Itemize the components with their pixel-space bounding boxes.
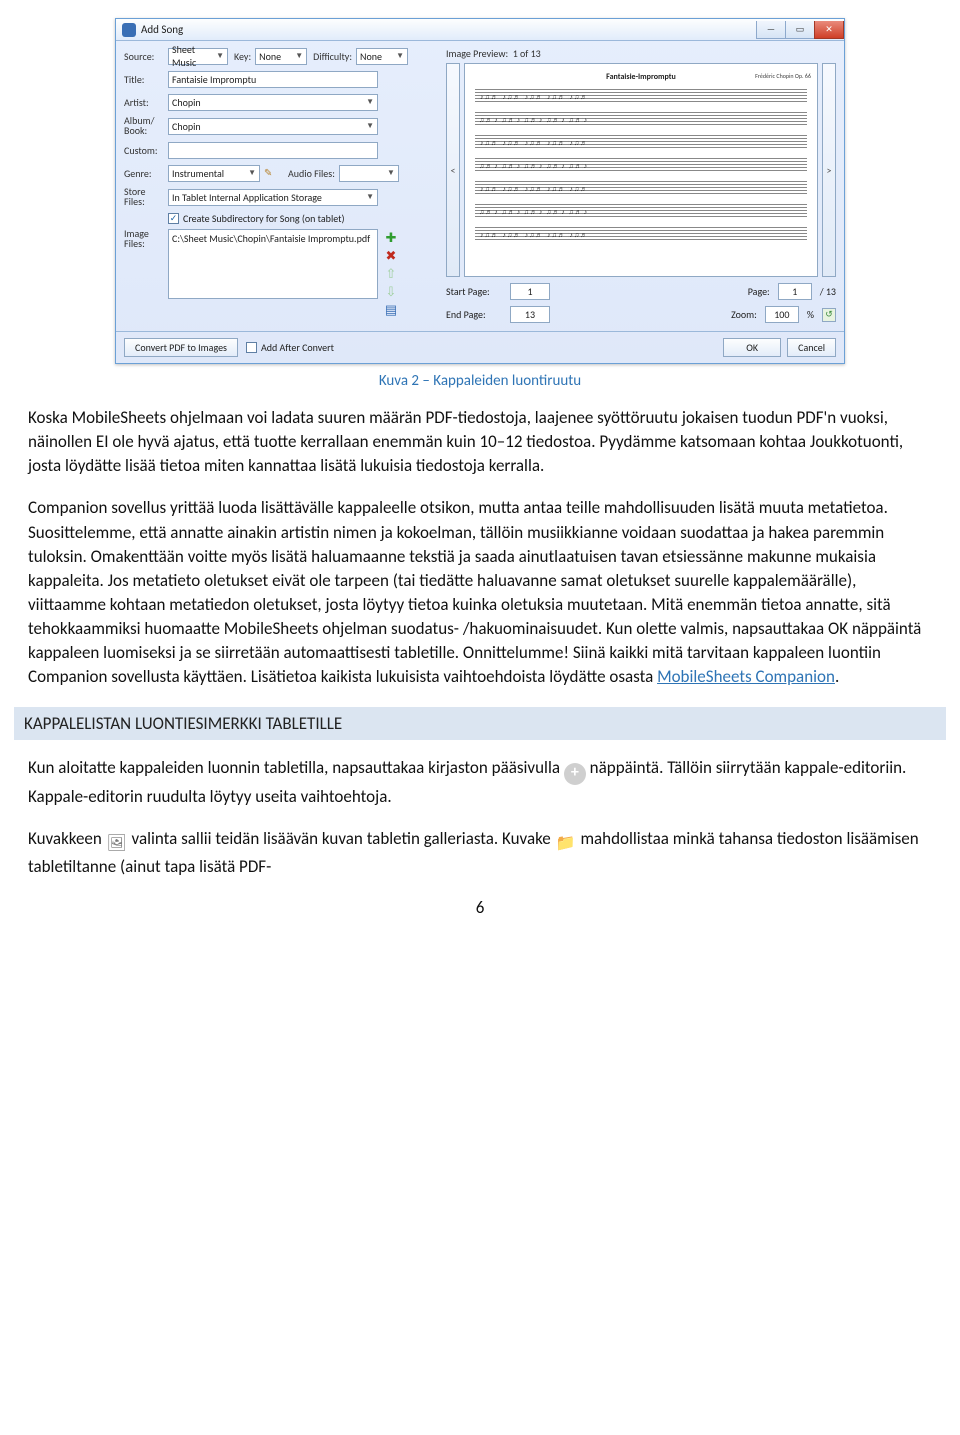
title-input[interactable]: Fantaisie Impromptu bbox=[168, 71, 378, 88]
chevron-down-icon: ▼ bbox=[295, 51, 303, 61]
add-after-convert-checkbox[interactable] bbox=[246, 342, 257, 353]
maximize-button[interactable]: ▭ bbox=[785, 21, 815, 39]
book-icon[interactable]: ▤ bbox=[384, 303, 398, 317]
source-select[interactable]: Sheet Music▼ bbox=[168, 48, 228, 65]
chevron-down-icon: ▼ bbox=[387, 168, 395, 178]
label-image-preview: Image Preview: bbox=[446, 47, 508, 60]
minimize-button[interactable]: — bbox=[756, 21, 786, 39]
chevron-down-icon: ▼ bbox=[248, 168, 256, 178]
zoom-reset-icon[interactable]: ↺ bbox=[822, 308, 836, 322]
folder-icon: 📁 bbox=[555, 833, 577, 855]
label-store-files: Store Files: bbox=[124, 187, 168, 207]
convert-pdf-button[interactable]: Convert PDF to Images bbox=[124, 338, 238, 357]
album-select[interactable]: Chopin▼ bbox=[168, 118, 378, 135]
pencil-icon[interactable]: ✎ bbox=[264, 166, 278, 180]
figure-caption: Kuva 2 – Kappaleiden luontiruutu bbox=[14, 372, 946, 390]
label-image-files: Image Files: bbox=[124, 229, 168, 249]
paragraph-4: Kuvakkeen 🖼 valinta sallii teidän lisääv… bbox=[28, 827, 932, 879]
chevron-down-icon: ▼ bbox=[216, 51, 224, 61]
label-difficulty: Difficulty: bbox=[313, 50, 352, 63]
gallery-icon: 🖼 bbox=[106, 833, 128, 855]
label-audio-files: Audio Files: bbox=[288, 167, 335, 180]
close-button[interactable]: ✕ bbox=[814, 21, 844, 39]
zoom-input[interactable]: 100 bbox=[765, 306, 799, 323]
start-page-input[interactable]: 1 bbox=[510, 283, 550, 300]
label-page: Page: bbox=[748, 285, 770, 298]
preview-next-button[interactable]: > bbox=[822, 63, 836, 277]
label-key: Key: bbox=[234, 50, 251, 63]
label-add-after: Add After Convert bbox=[261, 341, 334, 354]
remove-file-icon[interactable]: ✖ bbox=[384, 249, 398, 263]
label-title: Title: bbox=[124, 73, 168, 86]
chevron-down-icon: ▼ bbox=[396, 51, 404, 61]
label-album: Album/ Book: bbox=[124, 116, 168, 136]
chevron-down-icon: ▼ bbox=[366, 97, 374, 107]
cancel-button[interactable]: Cancel bbox=[787, 338, 836, 357]
label-custom: Custom: bbox=[124, 144, 168, 157]
label-source: Source: bbox=[124, 50, 168, 63]
preview-count: 1 of 13 bbox=[513, 47, 541, 60]
paragraph-3: Kun aloitatte kappaleiden luonnin tablet… bbox=[28, 756, 932, 808]
custom-input[interactable] bbox=[168, 142, 378, 159]
paragraph-2: Companion sovellus yrittää luoda lisättä… bbox=[28, 496, 932, 689]
label-end-page: End Page: bbox=[446, 308, 506, 321]
label-artist: Artist: bbox=[124, 96, 168, 109]
zoom-unit: % bbox=[807, 308, 814, 321]
title-bar[interactable]: Add Song — ▭ ✕ bbox=[116, 19, 844, 41]
store-files-select[interactable]: In Tablet Internal Application Storage▼ bbox=[168, 189, 378, 206]
move-up-icon[interactable]: ⇧ bbox=[384, 267, 398, 281]
plus-circle-icon: + bbox=[564, 763, 586, 785]
label-create-subdir: Create Subdirectory for Song (on tablet) bbox=[183, 212, 345, 225]
window-title: Add Song bbox=[141, 23, 757, 36]
preview-prev-button[interactable]: < bbox=[446, 63, 460, 277]
add-song-window: Add Song — ▭ ✕ Source: Sheet Music▼ Key:… bbox=[115, 18, 845, 364]
sheet-preview: Fantaisie-Impromptu Frédéric Chopin Op. … bbox=[464, 63, 818, 277]
paragraph-1: Koska MobileSheets ohjelmaan voi ladata … bbox=[28, 406, 932, 478]
label-zoom: Zoom: bbox=[731, 308, 757, 321]
move-down-icon[interactable]: ⇩ bbox=[384, 285, 398, 299]
app-icon bbox=[122, 23, 136, 37]
add-file-icon[interactable]: ✚ bbox=[384, 231, 398, 245]
label-start-page: Start Page: bbox=[446, 285, 506, 298]
page-input[interactable]: 1 bbox=[778, 283, 812, 300]
label-genre: Genre: bbox=[124, 167, 168, 180]
page-total: / 13 bbox=[820, 285, 836, 298]
chevron-down-icon: ▼ bbox=[366, 121, 374, 131]
create-subdir-checkbox[interactable]: ✓ bbox=[168, 213, 179, 224]
image-files-list[interactable]: C:\Sheet Music\Chopin\Fantaisie Imprompt… bbox=[168, 229, 378, 299]
chevron-down-icon: ▼ bbox=[366, 192, 374, 202]
companion-link[interactable]: MobileSheets Companion bbox=[657, 666, 835, 687]
page-number: 6 bbox=[14, 897, 946, 918]
artist-select[interactable]: Chopin▼ bbox=[168, 94, 378, 111]
key-select[interactable]: None▼ bbox=[255, 48, 307, 65]
end-page-input[interactable]: 13 bbox=[510, 306, 550, 323]
section-heading: KAPPALELISTAN LUONTIESIMERKKI TABLETILLE bbox=[14, 707, 946, 740]
genre-select[interactable]: Instrumental▼ bbox=[168, 165, 260, 182]
sheet-composer: Frédéric Chopin Op. 66 bbox=[755, 72, 811, 80]
difficulty-select[interactable]: None▼ bbox=[356, 48, 408, 65]
audio-files-select[interactable]: ▼ bbox=[339, 165, 399, 182]
ok-button[interactable]: OK bbox=[723, 338, 781, 357]
